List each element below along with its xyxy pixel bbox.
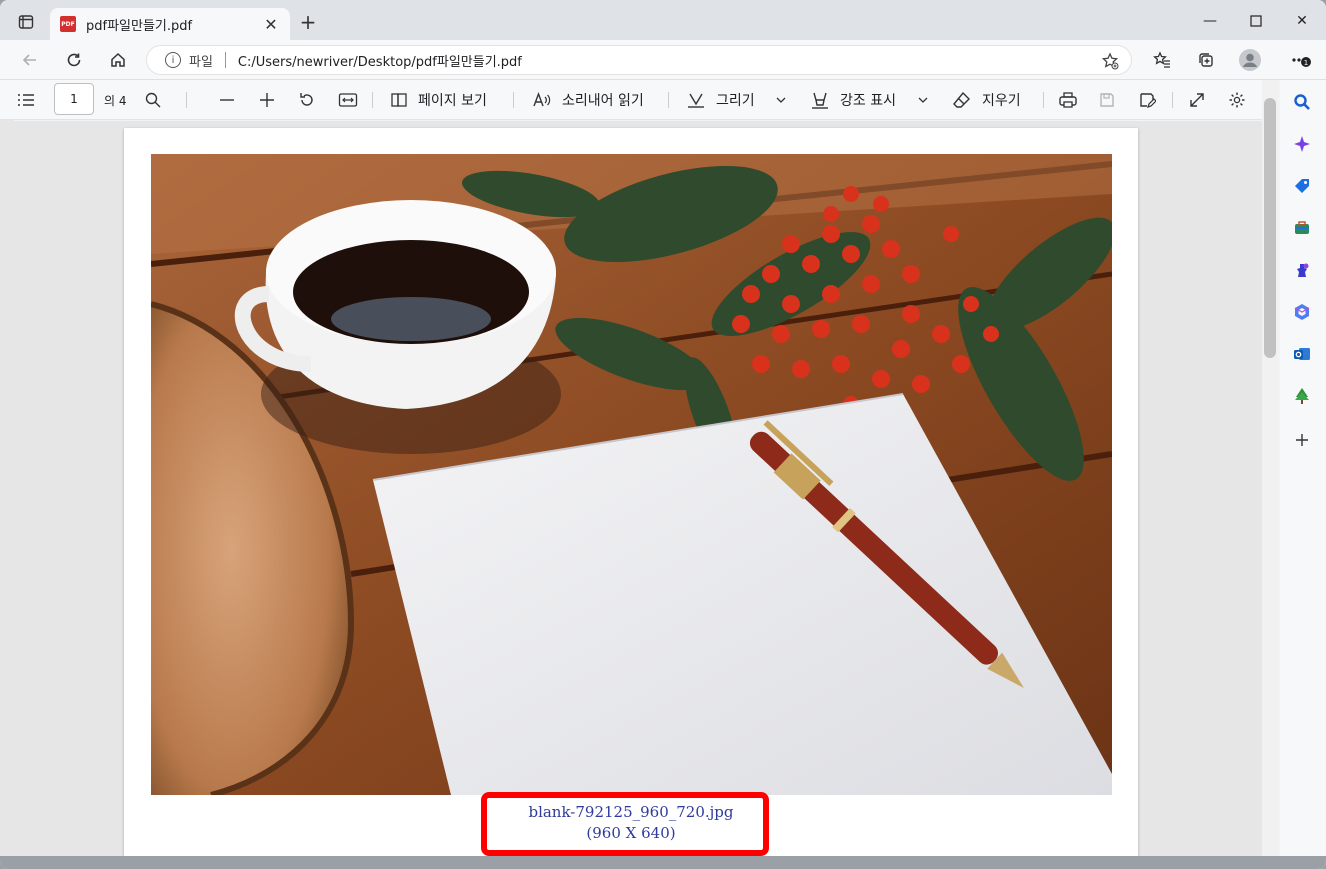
highlight-options-chevron-down-icon[interactable]: [916, 86, 930, 114]
read-aloud-button[interactable]: 소리내어 읽기: [532, 86, 644, 114]
toolbar-divider: [1172, 92, 1173, 108]
print-icon[interactable]: [1058, 86, 1078, 114]
zoom-out-icon[interactable]: [218, 86, 236, 114]
document-photo: [151, 154, 1112, 795]
close-window-button[interactable]: ✕: [1282, 8, 1322, 34]
edge-sidebar: [1280, 80, 1326, 869]
full-screen-icon[interactable]: [1188, 86, 1206, 114]
toolbar-divider: [372, 92, 373, 108]
search-icon[interactable]: [144, 86, 162, 114]
address-separator: [224, 52, 226, 68]
draw-label: 그리기: [716, 93, 755, 109]
save-as-icon[interactable]: [1138, 86, 1156, 114]
back-icon[interactable]: [16, 46, 44, 74]
pdf-file-icon: PDF: [60, 16, 76, 32]
fit-to-width-icon[interactable]: [338, 86, 358, 114]
add-sidebar-app-icon[interactable]: [1292, 430, 1312, 450]
toolbar-divider: [186, 92, 187, 108]
url-text[interactable]: C:/Users/newriver/Desktop/pdf파일만들기.pdf: [238, 51, 522, 70]
navigation-bar: i 파일 C:/Users/newriver/Desktop/pdf파일만들기.…: [0, 40, 1326, 80]
favorites-icon[interactable]: [1148, 46, 1176, 74]
tree-drop-icon[interactable]: [1292, 386, 1312, 406]
rotate-icon[interactable]: [298, 86, 316, 114]
info-icon[interactable]: i: [165, 52, 181, 68]
search-icon[interactable]: [1292, 92, 1312, 112]
refresh-icon[interactable]: [60, 46, 88, 74]
copilot-sparkle-icon[interactable]: [1292, 134, 1312, 154]
microsoft-365-icon[interactable]: [1292, 302, 1312, 322]
pdf-page: blank-792125_960_720.jpg (960 X 640): [124, 128, 1138, 856]
table-of-contents-icon[interactable]: [16, 86, 36, 114]
toolbar-divider: [1043, 92, 1044, 108]
profile-avatar[interactable]: [1236, 46, 1264, 74]
window-bottom-edge: [0, 856, 1326, 869]
pdf-toolbar: 1 의 4 페이지 보기 소리내어 읽기 그리기 강조 표시 지우기: [0, 80, 1278, 120]
more-options-icon[interactable]: 1: [1288, 46, 1316, 74]
zoom-in-icon[interactable]: [258, 86, 276, 114]
draw-button[interactable]: 그리기: [686, 86, 755, 114]
add-favorite-icon[interactable]: [1101, 52, 1119, 70]
home-icon[interactable]: [104, 46, 132, 74]
page-total-label: 의 4: [104, 93, 127, 108]
minimize-button[interactable]: —: [1190, 8, 1230, 34]
red-annotation-box: [481, 792, 769, 856]
scheme-label: 파일: [189, 54, 213, 70]
toolbar-divider: [668, 92, 669, 108]
tab-title: pdf파일만들기.pdf: [86, 18, 193, 34]
tab-actions-icon[interactable]: [12, 10, 40, 34]
vertical-scrollbar[interactable]: [1262, 80, 1278, 856]
erase-button[interactable]: 지우기: [952, 86, 1021, 114]
draw-options-chevron-down-icon[interactable]: [774, 86, 788, 114]
close-tab-icon[interactable]: ✕: [262, 15, 280, 34]
new-tab-button[interactable]: +: [296, 10, 320, 34]
save-icon[interactable]: [1098, 86, 1116, 114]
read-aloud-label: 소리내어 읽기: [562, 93, 644, 109]
tools-briefcase-icon[interactable]: [1292, 218, 1312, 238]
browser-window: PDF pdf파일만들기.pdf ✕ + — ✕ i 파일 C:/Users/n…: [0, 0, 1326, 869]
settings-gear-icon[interactable]: [1228, 86, 1246, 114]
toolbar-divider: [513, 92, 514, 108]
tab-strip: PDF pdf파일만들기.pdf ✕ + — ✕: [0, 0, 1326, 40]
page-number-input[interactable]: 1: [54, 83, 94, 115]
page-view-label: 페이지 보기: [418, 93, 487, 109]
pdf-viewer-canvas[interactable]: blank-792125_960_720.jpg (960 X 640): [14, 121, 1262, 856]
shopping-tag-icon[interactable]: [1292, 176, 1312, 196]
tab-active[interactable]: PDF pdf파일만들기.pdf ✕: [50, 8, 290, 40]
collections-icon[interactable]: [1192, 46, 1220, 74]
address-bar[interactable]: i 파일 C:/Users/newriver/Desktop/pdf파일만들기.…: [146, 45, 1132, 75]
highlight-label: 강조 표시: [840, 93, 896, 109]
svg-text:1: 1: [1304, 59, 1308, 67]
page-view-button[interactable]: 페이지 보기: [390, 86, 487, 114]
viewer-margin: [0, 120, 14, 856]
highlight-button[interactable]: 강조 표시: [810, 86, 896, 114]
outlook-icon[interactable]: [1292, 344, 1312, 364]
maximize-button[interactable]: [1236, 8, 1276, 34]
scrollbar-thumb[interactable]: [1264, 98, 1276, 358]
erase-label: 지우기: [982, 93, 1021, 109]
games-chess-icon[interactable]: [1292, 260, 1312, 280]
